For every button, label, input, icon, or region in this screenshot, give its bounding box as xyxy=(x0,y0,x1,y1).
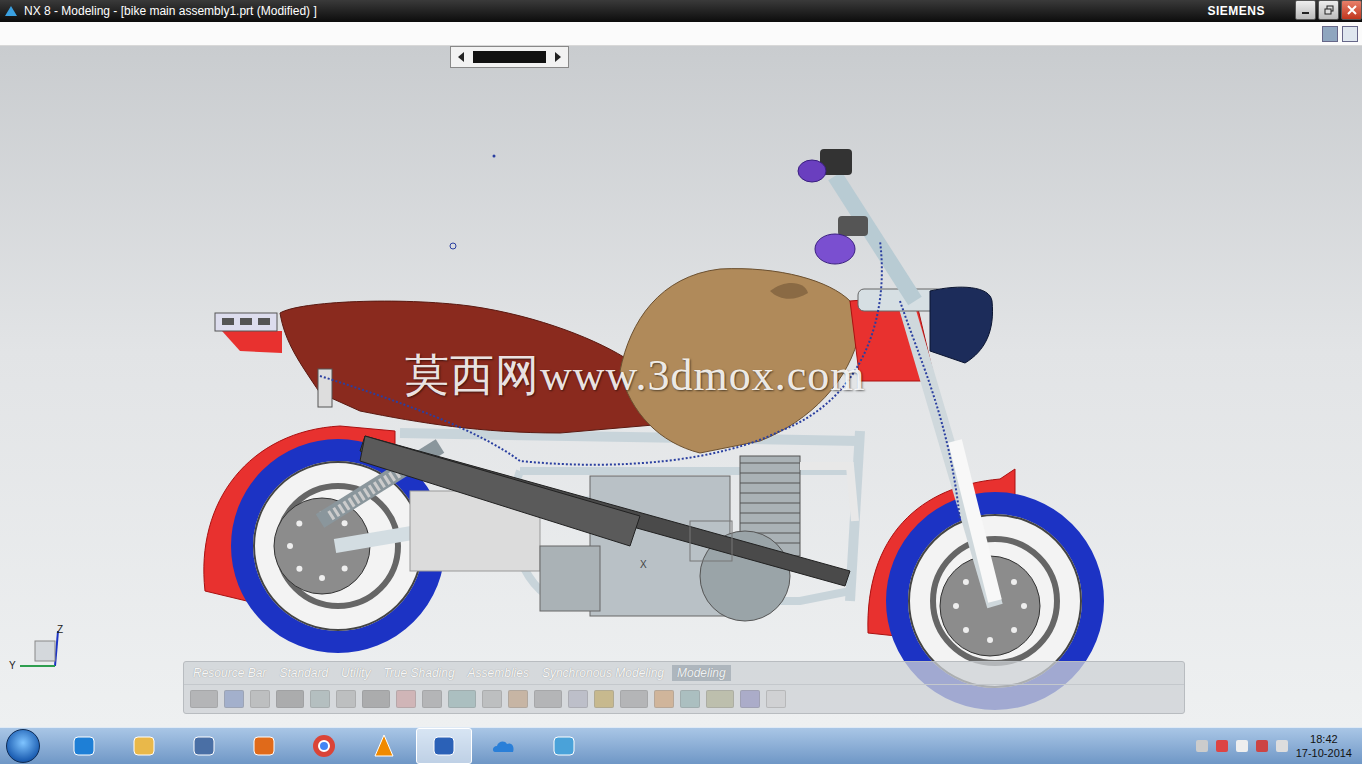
triad-z-label: Z xyxy=(57,624,63,635)
toolbar-icons xyxy=(184,685,1184,713)
tool-icon[interactable] xyxy=(534,690,562,708)
taskbar-app[interactable] xyxy=(536,728,592,764)
triad-y-label: Y xyxy=(9,660,16,671)
tray-flag-icon[interactable] xyxy=(1216,740,1228,752)
scroll-right-icon[interactable] xyxy=(548,47,568,67)
tool-icon[interactable] xyxy=(250,690,270,708)
tool-icon[interactable] xyxy=(706,690,734,708)
app-icon xyxy=(311,733,337,759)
taskbar-app[interactable] xyxy=(116,728,172,764)
tool-icon[interactable] xyxy=(620,690,648,708)
scroll-left-icon[interactable] xyxy=(451,47,471,67)
watermark: 莫西网www.3dmox.com xyxy=(405,346,865,405)
tray-network-icon[interactable] xyxy=(1256,740,1268,752)
tray-volume-icon[interactable] xyxy=(1276,740,1288,752)
toolbar-tab[interactable]: Resource Bar xyxy=(188,665,272,681)
start-button[interactable] xyxy=(6,729,40,763)
toolbar-tab[interactable]: Assemblies xyxy=(463,665,535,681)
tool-icon[interactable] xyxy=(680,690,700,708)
app-icon xyxy=(131,733,157,759)
view-scroller[interactable] xyxy=(450,46,569,68)
tool-icon[interactable] xyxy=(594,690,614,708)
tool-icon[interactable] xyxy=(654,690,674,708)
tool-icon[interactable] xyxy=(224,690,244,708)
tool-icon[interactable] xyxy=(740,690,760,708)
brand: SIEMENS xyxy=(1207,4,1265,18)
taskbar-app[interactable] xyxy=(56,728,112,764)
minimize-button[interactable] xyxy=(1295,0,1316,20)
clock[interactable]: 18:4217-10-2014 xyxy=(1296,732,1352,761)
tool-icon[interactable] xyxy=(336,690,356,708)
tool-icon[interactable] xyxy=(276,690,304,708)
taskbar: 18:4217-10-2014 xyxy=(0,727,1362,764)
menu-strip xyxy=(0,22,1362,46)
close-icon xyxy=(1347,5,1357,15)
taskbar-app[interactable] xyxy=(476,728,532,764)
window-controls xyxy=(1295,0,1362,20)
tool-icon[interactable] xyxy=(310,690,330,708)
taskbar-app[interactable] xyxy=(176,728,232,764)
ribbon-icon[interactable] xyxy=(1322,26,1338,42)
tool-icon[interactable] xyxy=(422,690,442,708)
close-button[interactable] xyxy=(1341,0,1362,20)
taskbar-app[interactable] xyxy=(356,728,412,764)
app-icon xyxy=(431,733,457,759)
nx-logo-icon xyxy=(4,4,18,18)
tool-icon[interactable] xyxy=(482,690,502,708)
toolbar-tab[interactable]: Utility xyxy=(336,665,376,681)
floating-toolbar: Resource BarStandardUtilityTrue ShadingA… xyxy=(183,661,1185,714)
app-icon xyxy=(371,733,397,759)
toolbar-tabs: Resource BarStandardUtilityTrue ShadingA… xyxy=(184,662,1184,685)
minimize-icon xyxy=(1301,6,1310,15)
restore-icon xyxy=(1324,5,1334,15)
screen: NX 8 - Modeling - [bike main assembly1.p… xyxy=(0,0,1362,764)
app-icon xyxy=(71,733,97,759)
window-icon[interactable] xyxy=(1342,26,1358,42)
window-title: NX 8 - Modeling - [bike main assembly1.p… xyxy=(24,4,1201,18)
toolbar-tab[interactable]: Standard xyxy=(274,665,334,681)
title-bar: NX 8 - Modeling - [bike main assembly1.p… xyxy=(0,0,1362,22)
toolbar-tab[interactable]: Modeling xyxy=(672,665,732,681)
clock-date: 17-10-2014 xyxy=(1296,746,1352,760)
scroll-thumb[interactable] xyxy=(473,51,546,63)
workplane-label: X xyxy=(640,559,647,570)
tray-battery-icon[interactable] xyxy=(1236,740,1248,752)
graphics-window[interactable]: X Z Y 莫西网www.3dmox.com Resource BarStandardU… xyxy=(0,46,1362,727)
app-icon xyxy=(551,733,577,759)
tool-icon[interactable] xyxy=(568,690,588,708)
tool-icon[interactable] xyxy=(396,690,416,708)
tool-icon[interactable] xyxy=(448,690,476,708)
clock-time: 18:42 xyxy=(1310,732,1338,746)
app-icon xyxy=(251,733,277,759)
taskbar-app[interactable] xyxy=(236,728,292,764)
taskbar-app[interactable] xyxy=(296,728,352,764)
tool-icon[interactable] xyxy=(766,690,786,708)
restore-button[interactable] xyxy=(1318,0,1339,20)
toolbar-tab[interactable]: True Shading xyxy=(378,665,460,681)
toolbar-tab[interactable]: Synchronous Modeling xyxy=(537,665,670,681)
tool-icon[interactable] xyxy=(190,690,218,708)
tray-icon[interactable] xyxy=(1196,740,1208,752)
taskbar-app[interactable] xyxy=(416,728,472,764)
app-icon xyxy=(491,733,517,759)
system-tray: 18:4217-10-2014 xyxy=(1196,732,1362,761)
tool-icon[interactable] xyxy=(508,690,528,708)
app-icon xyxy=(191,733,217,759)
tool-icon[interactable] xyxy=(362,690,390,708)
